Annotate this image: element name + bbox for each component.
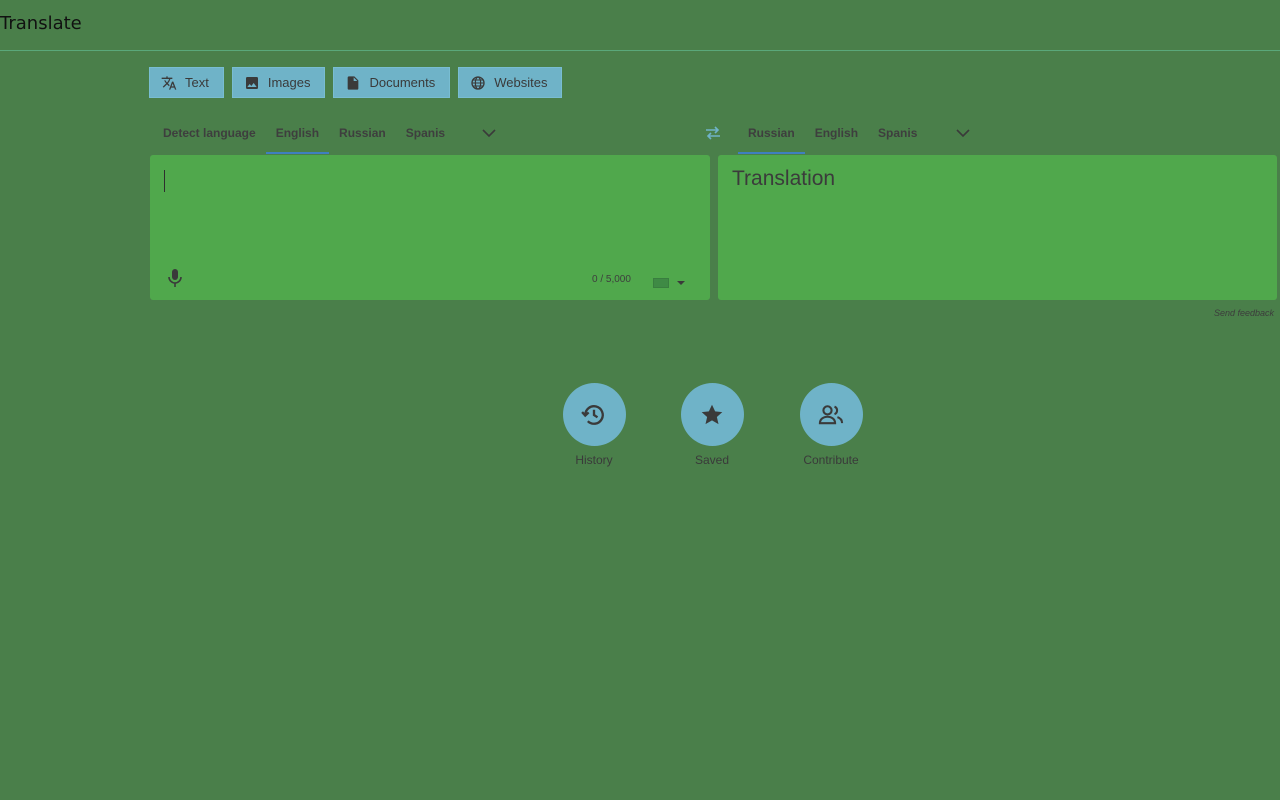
top-bar: Translate: [0, 0, 1280, 51]
dropdown-arrow-icon: [677, 281, 685, 285]
swap-icon: [706, 126, 720, 140]
mode-tabs: Text Images Documents Websites: [149, 67, 563, 98]
source-lang-more-button[interactable]: [469, 112, 509, 154]
translation-placeholder: Translation: [732, 167, 836, 190]
target-lang-russian[interactable]: Russian: [738, 112, 805, 154]
keyboard-icon: [653, 278, 669, 288]
people-icon: [818, 404, 844, 424]
history-circle: [562, 383, 626, 446]
saved-label: Saved: [694, 453, 730, 467]
globe-icon: [471, 75, 485, 90]
history-button[interactable]: History: [554, 383, 634, 467]
swap-languages-button[interactable]: [702, 122, 724, 144]
contribute-button[interactable]: Contribute: [791, 383, 871, 467]
tab-images[interactable]: Images: [231, 67, 326, 98]
keyboard-button[interactable]: [653, 276, 691, 290]
source-lang-detect[interactable]: Detect language: [153, 112, 266, 154]
contribute-circle: [799, 383, 863, 446]
chevron-down-icon: [956, 129, 970, 138]
microphone-button[interactable]: [166, 268, 184, 288]
document-icon: [348, 75, 359, 90]
target-lang-more-button[interactable]: [943, 112, 983, 154]
target-lang-english[interactable]: English: [805, 112, 868, 154]
chevron-down-icon: [482, 129, 496, 138]
source-language-bar: Detect language English Russian Spanis: [153, 112, 509, 154]
app-title: Translate: [0, 13, 82, 34]
source-lang-spanish[interactable]: Spanis: [396, 112, 455, 154]
source-text-panel: 0 / 5,000: [150, 155, 710, 300]
tab-text[interactable]: Text: [149, 67, 224, 98]
source-lang-english[interactable]: English: [265, 112, 330, 154]
character-count: 0 / 5,000: [592, 274, 631, 285]
tab-websites-label: Websites: [494, 75, 548, 90]
saved-button[interactable]: Saved: [672, 383, 752, 467]
source-lang-russian[interactable]: Russian: [329, 112, 396, 154]
tab-text-label: Text: [185, 75, 209, 90]
source-text-input[interactable]: [164, 169, 688, 263]
target-lang-spanish[interactable]: Spanis: [868, 112, 927, 154]
tab-websites[interactable]: Websites: [458, 67, 563, 98]
text-cursor: [164, 170, 165, 192]
tab-documents-label: Documents: [369, 75, 436, 90]
history-label: History: [575, 453, 613, 467]
star-icon: [701, 404, 723, 424]
send-feedback-link[interactable]: Send feedback: [1214, 308, 1274, 318]
tab-images-label: Images: [267, 75, 311, 90]
microphone-icon: [168, 269, 182, 287]
saved-circle: [680, 383, 744, 446]
translation-panel: Translation: [718, 155, 1277, 300]
tab-documents[interactable]: Documents: [333, 67, 451, 98]
target-language-bar: Russian English Spanis: [738, 112, 983, 154]
contribute-label: Contribute: [803, 453, 859, 467]
translate-icon: [161, 75, 177, 90]
history-icon: [581, 404, 604, 425]
image-icon: [245, 76, 258, 89]
